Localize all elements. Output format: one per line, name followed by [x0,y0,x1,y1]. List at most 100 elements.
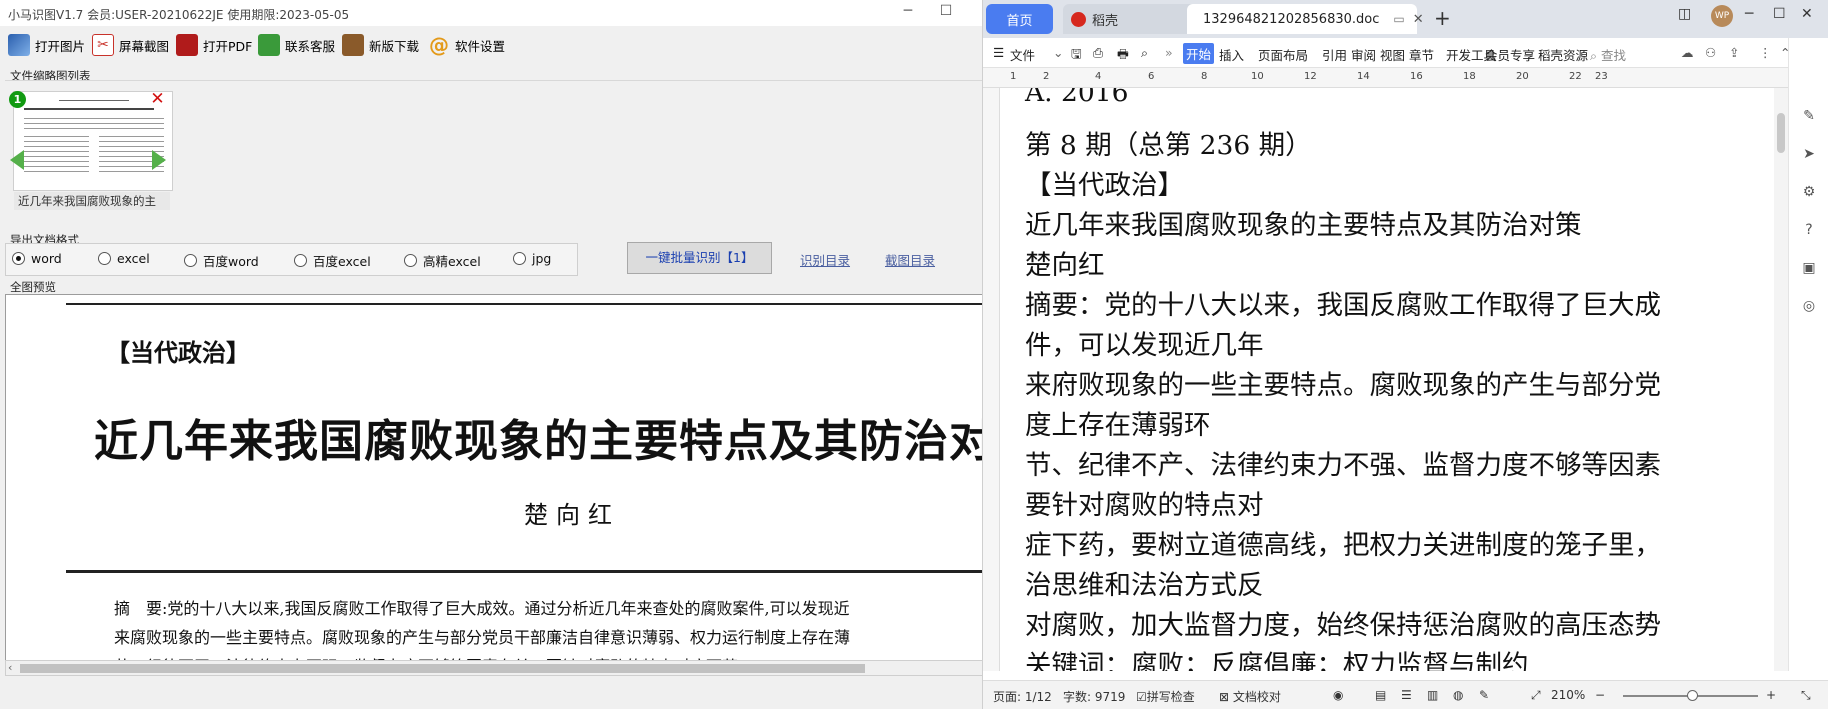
zoom-in-icon[interactable]: + [1766,688,1776,702]
tab-home[interactable]: 首页 [986,4,1053,34]
layout-icon[interactable]: ◫ [1678,6,1691,22]
new-tab-icon[interactable]: + [1434,6,1451,30]
doc-line[interactable]: 【当代政治】 [1025,163,1184,202]
radio-baidu-excel[interactable]: 百度excel [294,251,371,270]
screenshot-dir-link[interactable]: 截图目录 [885,250,935,269]
doc-line[interactable]: 摘要：党的十八大以来，我国反腐败工作取得了巨大成 [1025,283,1661,322]
page-view-icon[interactable]: ▤ [1375,688,1386,702]
doc-line[interactable]: 来府败现象的一些主要特点。腐败现象的产生与部分党 [1025,363,1661,402]
ribbon-member[interactable]: 会员专享 [1485,45,1535,64]
cloud-sync-icon[interactable]: ☁ [1681,45,1694,60]
radio-dot[interactable] [294,254,307,267]
open-pdf-button[interactable]: 打开PDF [176,33,252,57]
minimize-icon[interactable]: ─ [900,3,916,19]
write-view-icon[interactable]: ✎ [1479,688,1489,702]
zoom-out-icon[interactable]: − [1595,688,1605,702]
image-icon[interactable]: ▣ [1800,260,1818,278]
adjust-icon[interactable]: ⚙ [1800,184,1818,202]
tab-monitor-icon[interactable]: ▭ [1393,12,1404,26]
zoom-slider-knob[interactable] [1687,690,1698,701]
maximize-icon[interactable]: ☐ [938,3,954,19]
ribbon-page-layout[interactable]: 页面布局 [1258,45,1308,64]
radio-dot-selected[interactable] [12,252,25,265]
contact-support-button[interactable]: 联系客服 [258,33,335,57]
doc-line[interactable]: 关键词：腐败；反腐倡廉；权力监督与制约 [1025,643,1529,671]
doc-line[interactable]: 楚向红 [1025,243,1105,282]
page-indicator[interactable]: 页面: 1/12 [993,688,1052,705]
settings-button[interactable]: @ 软件设置 [428,33,505,57]
doc-line[interactable]: 件，可以发现近几年 [1025,323,1264,362]
share-icon[interactable]: ⇪ [1729,45,1739,60]
print-icon[interactable]: 🖶 [1117,45,1129,66]
radio-dot[interactable] [404,254,417,267]
radio-jpg[interactable]: jpg [513,251,551,266]
collaborate-icon[interactable]: ⚇ [1705,45,1716,60]
doc-line[interactable]: 要针对腐败的特点对 [1025,483,1264,522]
ribbon-reference[interactable]: 引用 [1322,45,1347,64]
doc-line[interactable]: 症下药，要树立道德高线，把权力关进制度的笼子里， [1025,523,1661,562]
fullscreen-icon[interactable]: ⤡ [1801,688,1811,703]
preview-icon[interactable]: ⌕ [1141,45,1148,61]
doc-line[interactable]: 第 8 期（总第 236 期） [1025,123,1312,162]
spellcheck-button[interactable]: ☑拼写检查 [1136,688,1195,705]
screenshot-button[interactable]: ✂ 屏幕截图 [92,33,169,57]
zoom-level[interactable]: 210% [1551,688,1585,702]
ribbon-chapter[interactable]: 章节 [1409,45,1434,64]
read-view-icon[interactable]: ▥ [1427,688,1438,702]
radio-hq-excel[interactable]: 高精excel [404,251,481,270]
outline-view-icon[interactable]: ☰ [1401,688,1412,702]
remove-thumb-icon[interactable]: ✕ [149,91,166,108]
radio-dot[interactable] [513,252,526,265]
maximize-icon[interactable]: ☐ [1773,6,1786,22]
more-icon[interactable]: ⋮ [1759,45,1772,60]
avatar[interactable]: WP [1711,5,1733,27]
proofread-button[interactable]: ⊠ 文档校对 [1219,688,1281,705]
document-page[interactable]: A. 2016 第 8 期（总第 236 期） 【当代政治】 近几年来我国腐败现… [1000,88,1774,671]
word-count[interactable]: 字数: 9719 [1063,688,1125,705]
scroll-left-icon[interactable]: ‹ [8,661,12,674]
chevron-down-icon[interactable]: ⌄ [1053,45,1063,60]
minimize-icon[interactable]: ─ [1745,6,1753,22]
scroll-thumb[interactable] [20,664,865,673]
web-view-icon[interactable]: ◍ [1453,688,1463,702]
radio-dot[interactable] [184,254,197,267]
open-image-button[interactable]: 打开图片 [8,33,85,57]
tab-close-icon[interactable]: ✕ [1413,12,1424,27]
radio-word[interactable]: word [12,251,62,266]
prev-arrow-icon[interactable] [10,150,24,170]
ribbon-file[interactable]: 文件 [1010,45,1035,64]
ribbon-daoke-resources[interactable]: 稻壳资源 [1538,45,1588,64]
doc-line[interactable]: 治思维和法治方式反 [1025,563,1264,602]
radio-dot[interactable] [98,252,111,265]
ribbon-view[interactable]: 视图 [1380,45,1405,64]
cursor-icon[interactable]: ➤ [1800,146,1818,164]
doc-line[interactable]: 近几年来我国腐败现象的主要特点及其防治对策 [1025,203,1582,242]
location-icon[interactable]: ◎ [1800,298,1818,316]
preview-hscrollbar[interactable]: ‹ [5,660,982,676]
document-vscrollbar[interactable] [1774,88,1788,671]
ribbon-start[interactable]: 开始 [1183,43,1215,64]
radio-excel[interactable]: excel [98,251,150,266]
next-arrow-icon[interactable] [152,150,166,170]
help-icon[interactable]: ? [1800,222,1818,240]
ribbon-insert[interactable]: 插入 [1219,45,1244,64]
save-icon[interactable]: 🖫 [1071,45,1082,66]
menu-icon[interactable]: ☰ [993,45,1004,60]
fit-zoom-icon[interactable]: ⤢ [1531,688,1541,703]
download-new-button[interactable]: 新版下载 [342,33,419,57]
doc-line[interactable]: A. 2016 [1025,88,1128,108]
ribbon-review[interactable]: 审阅 [1351,45,1376,64]
radio-baidu-word[interactable]: 百度word [184,251,259,270]
pen-icon[interactable]: ✎ [1800,108,1818,126]
batch-recognize-button[interactable]: 一键批量识别【1】 [627,242,772,274]
eye-protect-icon[interactable]: ◉ [1333,688,1343,702]
recognize-dir-link[interactable]: 识别目录 [800,250,850,269]
doc-line[interactable]: 度上存在薄弱环 [1025,403,1211,442]
export-icon[interactable]: ⎙ [1093,45,1103,61]
close-icon[interactable]: ✕ [1801,6,1813,22]
more-chevron-icon[interactable]: » [1165,45,1173,60]
search-button[interactable]: ⌕ 查找 [1590,45,1626,64]
doc-line[interactable]: 对腐败，加大监督力度，始终保持惩治腐败的高压态势 [1025,603,1661,642]
scroll-thumb[interactable] [1777,113,1785,153]
doc-line[interactable]: 节、纪律不产、法律约束力不强、监督力度不够等因素 [1025,443,1661,482]
